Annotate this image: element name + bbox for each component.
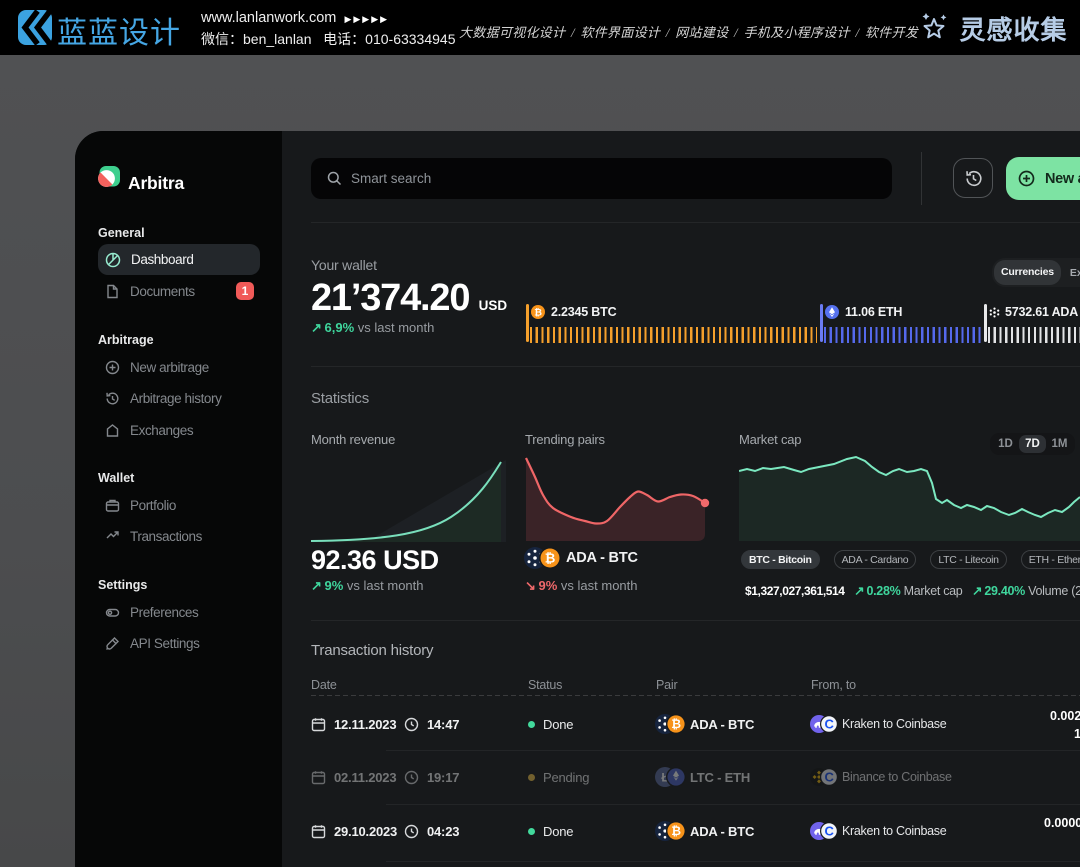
svg-text:₿: ₿ [545,551,556,566]
svg-text:C: C [824,824,834,839]
svg-text:₿: ₿ [671,717,681,731]
svg-text:C: C [824,770,834,785]
svg-text:₿: ₿ [534,307,542,318]
svg-text:C: C [824,717,834,732]
svg-text:₿: ₿ [671,824,681,838]
